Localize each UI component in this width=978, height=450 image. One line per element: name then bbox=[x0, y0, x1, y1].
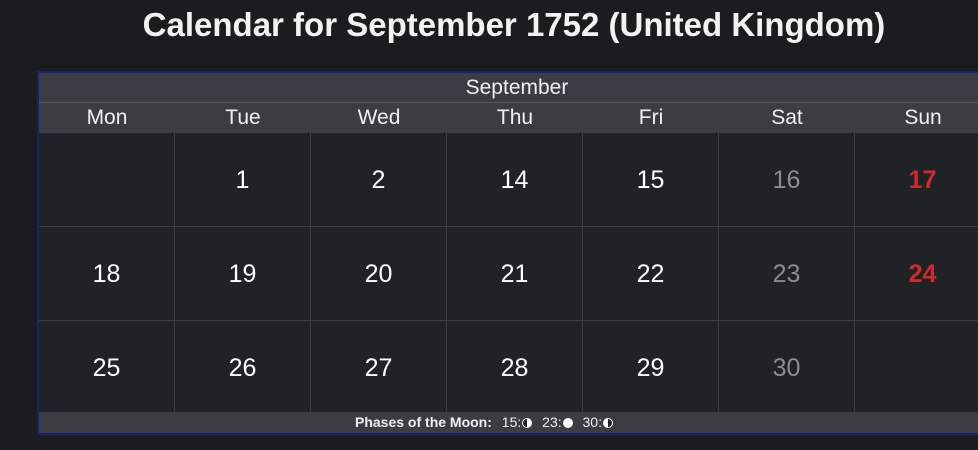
moon-phase-day: 30: bbox=[582, 414, 602, 430]
page: Calendar for September 1752 (United King… bbox=[0, 0, 978, 450]
weekday-tue: Tue bbox=[225, 106, 261, 129]
month-name: September bbox=[39, 73, 978, 102]
moon-phases-label: Phases of the Moon: bbox=[355, 414, 492, 430]
day-cell[interactable]: 29 bbox=[583, 321, 719, 415]
day-grid: 1 2 14 15 16 17 18 19 20 21 22 23 24 25 … bbox=[39, 133, 978, 415]
day-cell[interactable]: 20 bbox=[311, 227, 447, 321]
weekday-header: Mon Tue Wed Thu Fri Sat Sun bbox=[39, 102, 978, 133]
moon-phase: 23: bbox=[542, 414, 576, 430]
moon-phase-day: 15: bbox=[501, 414, 522, 430]
full-moon-icon bbox=[562, 418, 573, 428]
page-title: Calendar for September 1752 (United King… bbox=[142, 6, 886, 43]
day-cell-saturday[interactable]: 23 bbox=[719, 227, 855, 321]
day-cell[interactable]: 26 bbox=[175, 321, 311, 415]
day-cell[interactable]: 21 bbox=[447, 227, 583, 321]
day-cell[interactable]: 27 bbox=[311, 321, 447, 415]
weekday-mon: Mon bbox=[86, 106, 128, 129]
moon-phases-bar: Phases of the Moon: 15: 23: 30: bbox=[39, 412, 978, 433]
day-cell[interactable]: 1 bbox=[175, 133, 311, 227]
moon-phase: 15: bbox=[502, 414, 536, 430]
day-cell[interactable]: 15 bbox=[583, 133, 719, 227]
day-cell-saturday[interactable]: 16 bbox=[719, 133, 855, 227]
weekday-sun: Sun bbox=[904, 106, 942, 129]
day-cell-empty bbox=[39, 133, 175, 227]
weekday-fri: Fri bbox=[638, 106, 664, 129]
day-cell[interactable]: 25 bbox=[39, 321, 175, 415]
last-quarter-moon-icon bbox=[602, 418, 613, 428]
moon-phase: 30: bbox=[583, 414, 613, 430]
day-cell-sunday[interactable]: 24 bbox=[855, 227, 978, 321]
first-quarter-moon-icon bbox=[522, 418, 533, 428]
day-cell[interactable]: 22 bbox=[583, 227, 719, 321]
day-cell[interactable]: 2 bbox=[311, 133, 447, 227]
weekday-sat: Sat bbox=[771, 106, 803, 129]
day-cell[interactable]: 14 bbox=[447, 133, 583, 227]
day-cell[interactable]: 18 bbox=[39, 227, 175, 321]
weekday-thu: Thu bbox=[496, 106, 534, 129]
day-cell-empty bbox=[855, 321, 978, 415]
moon-phases: Phases of the Moon: 15: 23: 30: bbox=[355, 412, 613, 433]
day-cell-saturday[interactable]: 30 bbox=[719, 321, 855, 415]
weekday-wed: Wed bbox=[357, 106, 401, 129]
day-cell-sunday[interactable]: 17 bbox=[855, 133, 978, 227]
day-cell[interactable]: 19 bbox=[175, 227, 311, 321]
day-cell[interactable]: 28 bbox=[447, 321, 583, 415]
moon-phase-day: 23: bbox=[542, 414, 562, 430]
month-calendar: September Mon Tue Wed Thu Fri Sat Sun 1 … bbox=[37, 71, 978, 435]
